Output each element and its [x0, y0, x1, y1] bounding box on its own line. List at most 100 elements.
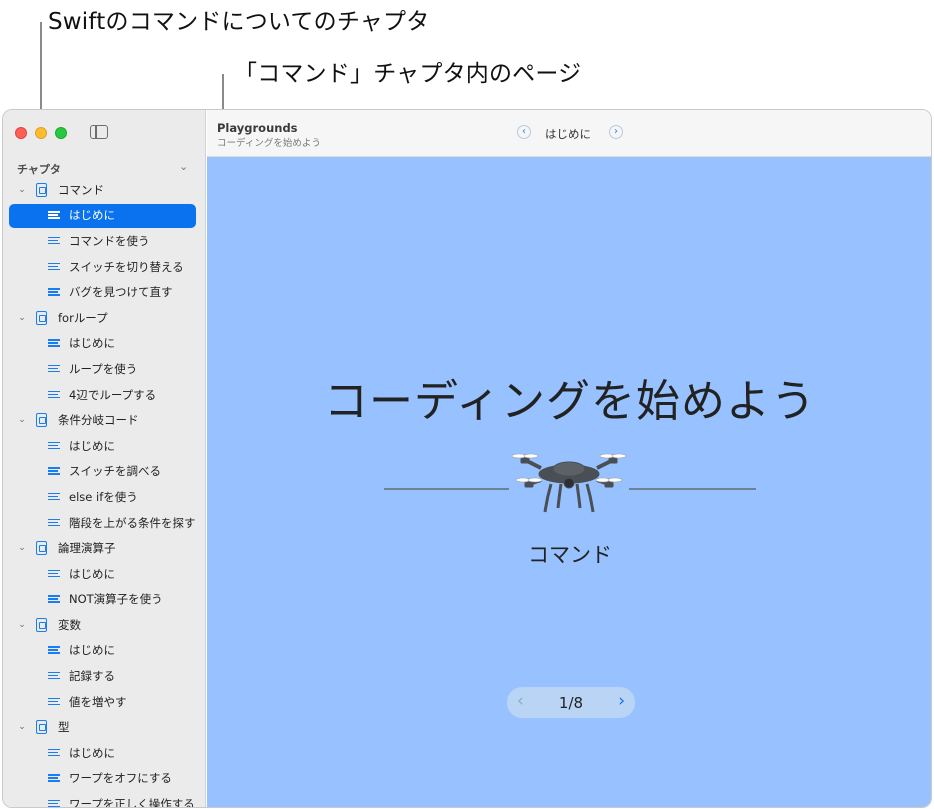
page-label: はじめに: [69, 438, 115, 453]
page-icon: [48, 338, 60, 348]
page-item[interactable]: スイッチを調べる: [3, 459, 205, 485]
sidebar-toggle-icon[interactable]: [90, 125, 108, 139]
chevron-down-icon[interactable]: ⌄: [16, 185, 28, 195]
page-icon: [48, 466, 60, 476]
page-label: バグを見つけて直す: [69, 285, 173, 300]
page-icon: [48, 364, 60, 374]
page-item[interactable]: はじめに: [3, 433, 205, 459]
pager-next-button[interactable]: ›: [618, 691, 625, 711]
page-label: コマンドを使う: [69, 233, 150, 248]
page-label: 4辺でループする: [69, 387, 157, 402]
chapter-label: 変数: [58, 617, 81, 632]
page-icon: [48, 671, 60, 681]
page-pager: ‹ 1/8 ›: [507, 687, 635, 718]
sidebar: チャプタ ⌄ ⌄ コマンド はじめに コマンドを使う スイッチを切り替える バグを見つけて…: [3, 110, 206, 807]
playground-page-icon: [36, 541, 47, 556]
page-label: else ifを使う: [69, 489, 138, 504]
playground-page-icon: [36, 617, 47, 632]
page-item[interactable]: ワープを正しく操作する: [3, 791, 205, 807]
page-item[interactable]: 値を増やす: [3, 689, 205, 715]
close-window-button[interactable]: [15, 127, 27, 139]
page-item[interactable]: はじめに: [3, 638, 205, 664]
page-label: 値を増やす: [69, 694, 127, 709]
page-label: はじめに: [69, 336, 115, 351]
minimize-window-button[interactable]: [35, 127, 47, 139]
previous-page-button[interactable]: ‹: [517, 125, 531, 139]
pager-count: 1/8: [558, 694, 584, 712]
page-label: ワープを正しく操作する: [69, 797, 195, 807]
page-item[interactable]: コマンドを使う: [3, 228, 205, 254]
page-icon: [48, 210, 60, 220]
chevron-down-icon[interactable]: ⌄: [179, 160, 188, 173]
page-item[interactable]: NOT演算子を使う: [3, 587, 205, 613]
page-label: はじめに: [69, 745, 115, 760]
page-icon: [48, 262, 60, 272]
page-label: 階段を上がる条件を探す: [69, 515, 196, 530]
app-window: チャプタ ⌄ ⌄ コマンド はじめに コマンドを使う スイッチを切り替える バグを見つけて…: [2, 109, 932, 808]
page-label: ループを使う: [69, 361, 138, 376]
chapter-item[interactable]: ⌄ 論理演算子: [3, 535, 205, 561]
page-item[interactable]: スイッチを切り替える: [3, 254, 205, 280]
page-item[interactable]: はじめに: [3, 561, 205, 587]
drone-icon: [511, 453, 627, 513]
page-item[interactable]: else ifを使う: [3, 484, 205, 510]
page-icon: [48, 799, 60, 807]
chevron-down-icon[interactable]: ⌄: [16, 313, 28, 323]
chapter-label: 論理演算子: [58, 541, 116, 556]
page-label: ワープをオフにする: [69, 771, 172, 786]
chapters-section-header[interactable]: チャプタ: [17, 161, 61, 177]
page-icon: [48, 390, 60, 400]
maximize-window-button[interactable]: [55, 127, 67, 139]
page-item[interactable]: はじめに: [3, 740, 205, 766]
chevron-down-icon[interactable]: ⌄: [16, 543, 28, 553]
divider-line: [384, 488, 509, 490]
playground-page-icon: [36, 310, 47, 325]
page-item[interactable]: 記録する: [3, 663, 205, 689]
page-icon: [48, 441, 60, 451]
page-icon: [48, 773, 60, 783]
page-item[interactable]: はじめに: [3, 331, 205, 357]
chapter-item[interactable]: ⌄ forループ: [3, 305, 205, 331]
chapter-label: 型: [58, 720, 70, 735]
page-item[interactable]: はじめに: [3, 203, 205, 229]
page-label: 記録する: [69, 669, 115, 684]
chapter-item[interactable]: ⌄ 条件分岐コード: [3, 407, 205, 433]
page-item[interactable]: ループを使う: [3, 356, 205, 382]
page-title: はじめに: [545, 127, 591, 141]
app-subtitle: コーディングを始めよう: [217, 138, 321, 149]
chevron-down-icon[interactable]: ⌄: [16, 620, 28, 630]
page-icon: [48, 748, 60, 758]
divider-line: [629, 488, 756, 490]
playground-page-icon: [36, 720, 47, 735]
app-title: Playgrounds: [217, 121, 298, 135]
page-item[interactable]: ワープをオフにする: [3, 766, 205, 792]
chapter-item[interactable]: ⌄ コマンド: [3, 177, 205, 203]
chevron-down-icon[interactable]: ⌄: [16, 415, 28, 425]
chapter-name: コマンド: [528, 543, 612, 567]
page-item[interactable]: 階段を上がる条件を探す: [3, 510, 205, 536]
page-label: はじめに: [69, 566, 115, 581]
callout-swift-commands-chapter: Swiftのコマンドについてのチャプタ: [48, 9, 430, 35]
chapter-item[interactable]: ⌄ 変数: [3, 612, 205, 638]
page-icon: [48, 492, 60, 502]
page-icon: [48, 697, 60, 707]
page-item[interactable]: 4辺でループする: [3, 382, 205, 408]
page-icon: [48, 518, 60, 528]
playground-page-icon: [36, 413, 47, 428]
page-item[interactable]: バグを見つけて直す: [3, 279, 205, 305]
page-label: スイッチを切り替える: [69, 259, 184, 274]
page-icon: [48, 645, 60, 655]
chapter-label: コマンド: [58, 182, 104, 197]
page-label: スイッチを調べる: [69, 464, 161, 479]
chapter-item[interactable]: ⌄ 型: [3, 714, 205, 740]
page-icon: [48, 594, 60, 604]
chapter-label: 条件分岐コード: [58, 413, 139, 428]
chapter-label: forループ: [58, 310, 108, 325]
titlebar: Playgrounds コーディングを始めよう ‹ はじめに ›: [207, 110, 931, 157]
next-page-button[interactable]: ›: [609, 125, 623, 139]
page-icon: [48, 236, 60, 246]
page-label: NOT演算子を使う: [69, 592, 163, 607]
chapter-tree: ⌄ コマンド はじめに コマンドを使う スイッチを切り替える バグを見つけて直す ⌄ forル…: [3, 177, 205, 807]
chevron-down-icon[interactable]: ⌄: [16, 722, 28, 732]
main-title: コーディングを始めよう: [324, 376, 816, 427]
